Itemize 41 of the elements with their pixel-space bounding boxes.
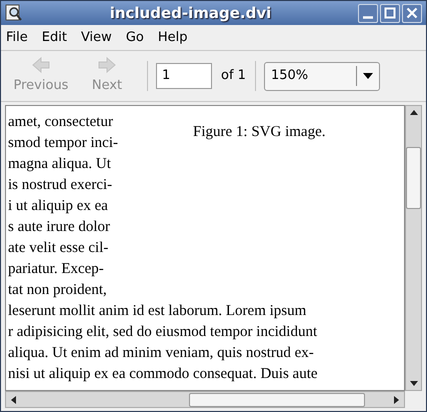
minimize-icon xyxy=(363,16,373,18)
zoom-dropdown[interactable]: 150% xyxy=(264,62,380,90)
text-line: magna aliqua. Ut xyxy=(8,155,112,174)
left-arrow-icon xyxy=(31,56,51,74)
minimize-button[interactable] xyxy=(358,4,378,22)
close-icon xyxy=(406,7,418,19)
text-line: tat non proident, xyxy=(8,281,108,300)
scroll-down-icon xyxy=(410,381,418,386)
magnifier-icon xyxy=(5,4,23,22)
text-line: nisi ut aliquip ex ea commodo consequat. Duis aute xyxy=(8,365,319,384)
text-line: s aute irure dolor xyxy=(8,218,112,237)
scroll-thumb[interactable] xyxy=(189,392,365,406)
menu-item[interactable]: View xyxy=(80,28,112,48)
menu-item[interactable]: Help xyxy=(158,28,188,48)
window-title: included-image.dvi xyxy=(108,2,272,24)
scroll-left-icon xyxy=(11,396,16,404)
text-line: amet, consectetur xyxy=(8,113,114,132)
text-line: smod tempor inci- xyxy=(8,134,119,153)
text-line: is nostrud exerci- xyxy=(8,176,114,195)
text-line: aliqua. Ut enim ad minim veniam, quis nostrud ex- xyxy=(8,344,315,363)
figure-caption: Figure 1: SVG image. xyxy=(193,123,326,142)
menu-item[interactable]: Edit xyxy=(42,28,67,48)
text-line: ate velit esse cil- xyxy=(8,239,110,258)
scroll-up-icon xyxy=(410,110,418,115)
text-line: i ut aliquip ex ea xyxy=(8,197,109,216)
scroll-right-icon xyxy=(394,396,399,404)
page-number-field[interactable]: 1 xyxy=(156,63,212,89)
right-arrow-icon xyxy=(97,56,117,74)
dropdown-caret-icon xyxy=(362,73,373,79)
page-count-label: of 1 xyxy=(221,67,246,86)
vertical-scrollbar[interactable] xyxy=(405,105,422,391)
menu-item[interactable]: File xyxy=(6,28,28,48)
close-button[interactable] xyxy=(402,4,422,22)
text-line: pariatur. Excep- xyxy=(8,260,105,279)
text-line: r adipisicing elit, sed do eiusmod tempor incididunt xyxy=(8,323,318,342)
text-line: leserunt mollit anim id est laborum. Lorem ipsum xyxy=(8,302,308,321)
scroll-thumb[interactable] xyxy=(406,147,421,209)
maximize-button[interactable] xyxy=(380,4,400,22)
horizontal-scrollbar[interactable] xyxy=(5,391,405,408)
maximize-icon xyxy=(384,7,396,19)
menu-item[interactable]: Go xyxy=(126,28,144,48)
